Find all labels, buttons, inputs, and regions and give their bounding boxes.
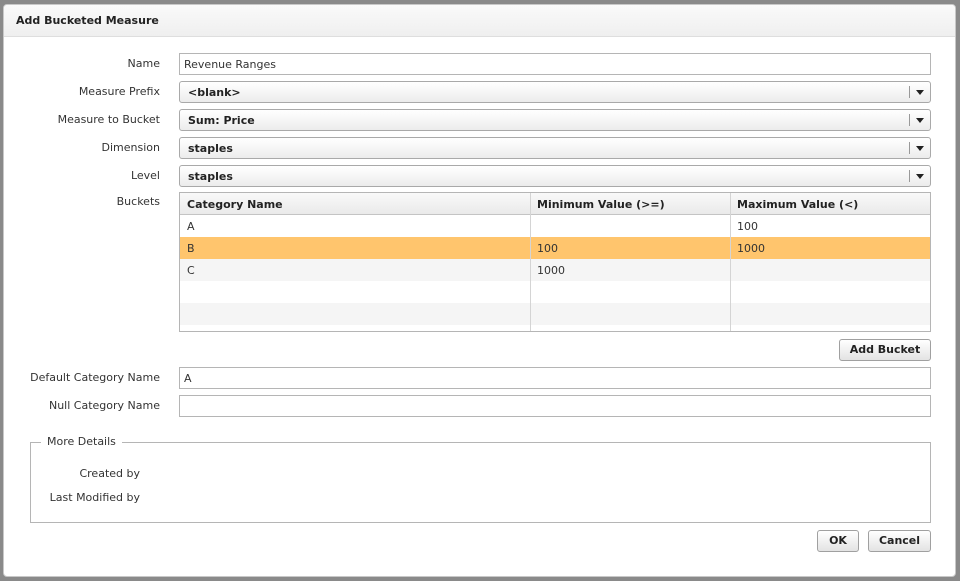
cell-minimum-value[interactable]: 100 xyxy=(537,242,558,255)
created-by-label: Created by xyxy=(79,467,140,480)
cell-maximum-value[interactable]: 100 xyxy=(737,220,758,233)
measure-prefix-dropdown[interactable]: <blank> xyxy=(179,81,931,103)
measure-to-bucket-label: Measure to Bucket xyxy=(57,113,160,126)
dropdown-separator xyxy=(909,114,910,126)
default-category-name-label: Default Category Name xyxy=(30,371,160,384)
column-header-category-name[interactable]: Category Name xyxy=(187,198,283,211)
dropdown-separator xyxy=(909,142,910,154)
table-row-empty[interactable] xyxy=(180,303,930,325)
last-modified-by-label: Last Modified by xyxy=(49,491,140,504)
add-bucket-button[interactable]: Add Bucket xyxy=(839,339,931,361)
table-row[interactable]: A 100 xyxy=(180,215,930,237)
null-category-name-input[interactable] xyxy=(179,395,931,417)
table-row[interactable]: C 1000 xyxy=(180,259,930,281)
more-details-legend: More Details xyxy=(41,435,122,448)
dropdown-separator xyxy=(909,170,910,182)
add-bucketed-measure-dialog: Add Bucketed Measure Name Measure Prefix… xyxy=(3,4,956,577)
default-category-name-input[interactable] xyxy=(179,367,931,389)
measure-to-bucket-value: Sum: Price xyxy=(188,114,255,127)
dimension-dropdown[interactable]: staples xyxy=(179,137,931,159)
table-row-empty[interactable] xyxy=(180,281,930,303)
level-value: staples xyxy=(188,170,233,183)
dimension-value: staples xyxy=(188,142,233,155)
ok-button[interactable]: OK xyxy=(817,530,859,552)
column-divider xyxy=(730,193,731,331)
chevron-down-icon[interactable] xyxy=(916,90,924,95)
cell-category-name[interactable]: B xyxy=(187,242,195,255)
more-details-section: More Details Created by Last Modified by xyxy=(30,435,931,523)
column-divider xyxy=(530,193,531,331)
buckets-label: Buckets xyxy=(116,195,160,208)
dimension-label: Dimension xyxy=(101,141,160,154)
measure-prefix-label: Measure Prefix xyxy=(78,85,160,98)
chevron-down-icon[interactable] xyxy=(916,118,924,123)
dialog-titlebar[interactable]: Add Bucketed Measure xyxy=(4,5,955,37)
name-label: Name xyxy=(127,57,160,70)
level-label: Level xyxy=(130,169,160,182)
cell-minimum-value[interactable]: 1000 xyxy=(537,264,565,277)
dropdown-separator xyxy=(909,86,910,98)
chevron-down-icon[interactable] xyxy=(916,146,924,151)
name-input[interactable] xyxy=(179,53,931,75)
table-row-selected[interactable]: B 100 1000 xyxy=(180,237,930,259)
cell-maximum-value[interactable]: 1000 xyxy=(737,242,765,255)
measure-prefix-value: <blank> xyxy=(188,86,241,99)
cell-category-name[interactable]: A xyxy=(187,220,195,233)
level-dropdown[interactable]: staples xyxy=(179,165,931,187)
measure-to-bucket-dropdown[interactable]: Sum: Price xyxy=(179,109,931,131)
column-header-maximum-value[interactable]: Maximum Value (<) xyxy=(737,198,858,211)
cell-category-name[interactable]: C xyxy=(187,264,195,277)
dialog-title: Add Bucketed Measure xyxy=(16,14,159,27)
null-category-name-label: Null Category Name xyxy=(48,399,160,412)
buckets-grid[interactable]: Category Name Minimum Value (>=) Maximum… xyxy=(179,192,931,332)
column-header-minimum-value[interactable]: Minimum Value (>=) xyxy=(537,198,665,211)
cancel-button[interactable]: Cancel xyxy=(868,530,931,552)
grid-header: Category Name Minimum Value (>=) Maximum… xyxy=(180,193,930,215)
chevron-down-icon[interactable] xyxy=(916,174,924,179)
